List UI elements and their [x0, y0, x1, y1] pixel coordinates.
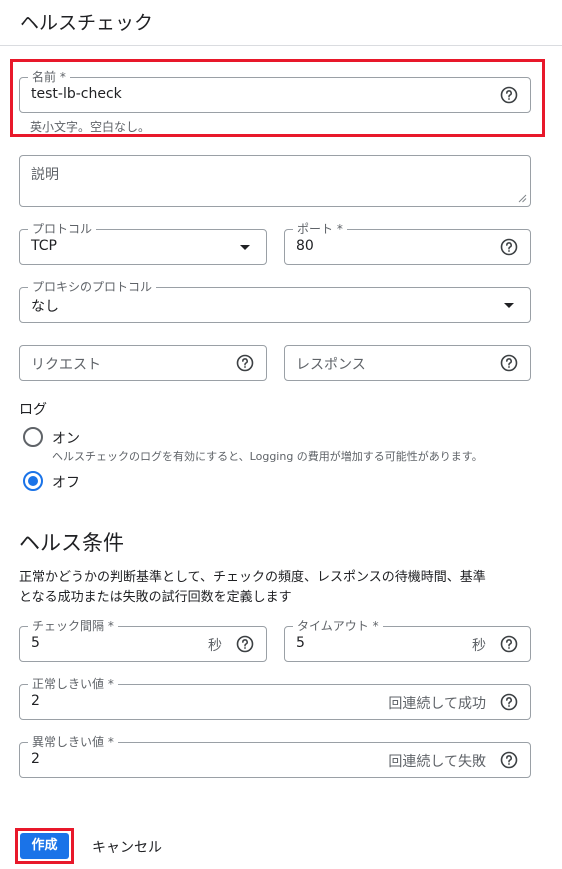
- healthy-threshold-label: 正常しきい値 *: [28, 676, 118, 692]
- healthy-threshold-field[interactable]: 正常しきい値 * 2 回連続して成功: [19, 676, 531, 720]
- dropdown-arrow-icon[interactable]: [240, 245, 250, 250]
- help-icon[interactable]: [500, 693, 518, 711]
- unhealthy-threshold-label: 異常しきい値 *: [28, 734, 118, 750]
- dropdown-arrow-icon[interactable]: [504, 303, 514, 308]
- port-field[interactable]: ポート * 80: [284, 221, 531, 265]
- help-icon[interactable]: [500, 354, 518, 372]
- logs-on-label[interactable]: オン: [52, 428, 80, 448]
- help-icon[interactable]: [500, 751, 518, 769]
- unhealthy-threshold-field[interactable]: 異常しきい値 * 2 回連続して失敗: [19, 734, 531, 778]
- protocol-value: TCP: [31, 238, 57, 254]
- unhealthy-threshold-unit: 回連続して失敗: [388, 754, 486, 770]
- port-label: ポート *: [293, 221, 347, 237]
- description-placeholder: 説明: [31, 167, 59, 183]
- timeout-value[interactable]: 5: [296, 635, 305, 651]
- help-icon[interactable]: [500, 86, 518, 104]
- timeout-label: タイムアウト *: [293, 618, 383, 634]
- help-icon[interactable]: [500, 635, 518, 653]
- health-criteria-heading: ヘルス条件: [19, 531, 124, 555]
- protocol-select[interactable]: プロトコル TCP: [19, 221, 267, 265]
- unhealthy-threshold-value[interactable]: 2: [31, 751, 40, 767]
- logs-on-description: ヘルスチェックのログを有効にすると、Logging の費用が増加する可能性があり…: [52, 450, 483, 463]
- help-icon[interactable]: [236, 635, 254, 653]
- header-divider: [0, 45, 562, 46]
- timeout-field[interactable]: タイムアウト * 5 秒: [284, 618, 531, 662]
- check-interval-value[interactable]: 5: [31, 635, 40, 651]
- resize-handle-icon[interactable]: [517, 193, 527, 203]
- page-title: ヘルスチェック: [20, 12, 154, 34]
- proxy-protocol-label: プロキシのプロトコル: [28, 279, 157, 295]
- help-icon[interactable]: [236, 354, 254, 372]
- check-interval-field[interactable]: チェック間隔 * 5 秒: [19, 618, 267, 662]
- healthy-threshold-unit: 回連続して成功: [388, 696, 486, 712]
- protocol-label: プロトコル: [28, 221, 97, 237]
- name-field-hint: 英小文字。空白なし。: [30, 120, 151, 134]
- port-input-value[interactable]: 80: [296, 238, 314, 254]
- logs-off-label[interactable]: オフ: [52, 472, 80, 492]
- timeout-unit: 秒: [472, 638, 486, 654]
- request-field[interactable]: リクエスト: [19, 345, 267, 381]
- request-placeholder: リクエスト: [31, 357, 101, 373]
- response-placeholder: レスポンス: [296, 357, 366, 373]
- name-input-value[interactable]: test-lb-check: [31, 86, 122, 102]
- healthy-threshold-value[interactable]: 2: [31, 693, 40, 709]
- description-field[interactable]: 説明: [19, 155, 531, 207]
- logs-off-radio[interactable]: [23, 471, 43, 491]
- check-interval-unit: 秒: [208, 638, 222, 654]
- health-criteria-description-line2: となる成功または失敗の試行回数を定義します: [19, 590, 292, 605]
- response-field[interactable]: レスポンス: [284, 345, 531, 381]
- proxy-protocol-select[interactable]: プロキシのプロトコル なし: [19, 279, 531, 323]
- create-button[interactable]: 作成: [20, 833, 69, 859]
- proxy-protocol-value: なし: [31, 299, 59, 315]
- health-criteria-description-line1: 正常かどうかの判断基準として、チェックの頻度、レスポンスの待機時間、基準: [19, 570, 486, 585]
- cancel-button[interactable]: キャンセル: [92, 837, 162, 857]
- name-field[interactable]: 名前 * test-lb-check: [19, 69, 531, 113]
- logs-on-radio[interactable]: [23, 427, 43, 447]
- check-interval-label: チェック間隔 *: [28, 618, 118, 634]
- help-icon[interactable]: [500, 238, 518, 256]
- name-field-label: 名前 *: [28, 69, 70, 85]
- logs-heading: ログ: [19, 402, 47, 418]
